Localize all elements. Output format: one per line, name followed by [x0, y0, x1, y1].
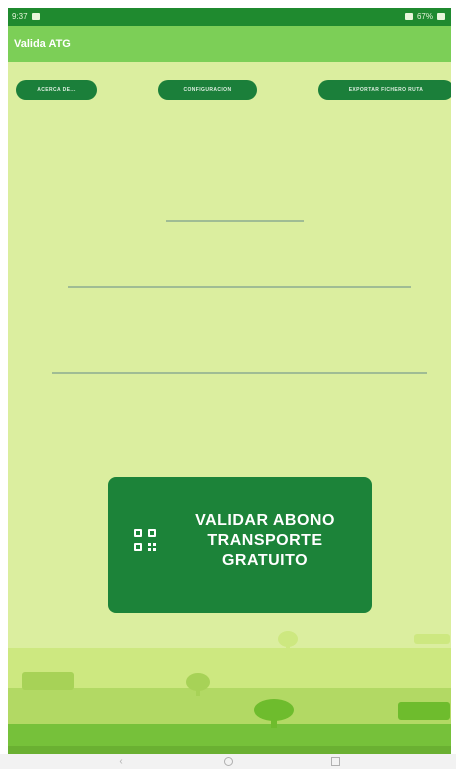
app-bar: Valida ATG: [8, 26, 451, 62]
app-title: Valida ATG: [14, 38, 71, 50]
tree-icon: [278, 631, 298, 652]
status-bar: 9:37 67%: [8, 8, 451, 26]
bus-icon: [22, 672, 74, 690]
notification-icon: [31, 13, 40, 20]
landscape-layer-3: [8, 724, 451, 746]
validate-pass-label: VALIDAR ABONO TRANSPORTE GRATUITO: [195, 512, 335, 569]
system-navigation-bar: ‹: [0, 754, 456, 769]
recent-apps-icon[interactable]: [331, 757, 340, 766]
home-icon[interactable]: [224, 757, 233, 766]
landscape-bottom: [8, 746, 451, 754]
export-route-file-button[interactable]: EXPORTAR FICHERO RUTA: [318, 80, 451, 100]
app-screen: 9:37 67% Valida ATG ACERCA DE... CONFIGU…: [8, 8, 451, 754]
bus-icon: [398, 702, 450, 720]
input-field-1[interactable]: [166, 220, 304, 222]
input-field-3[interactable]: [52, 372, 427, 374]
battery-percent: 67%: [416, 12, 433, 21]
signal-icon: [404, 13, 413, 20]
input-field-2[interactable]: [68, 286, 411, 288]
tree-icon: [186, 673, 210, 696]
landscape-layer-2: [8, 688, 451, 724]
status-left: 9:37: [12, 12, 40, 21]
back-icon[interactable]: ‹: [116, 756, 126, 767]
status-right: 67%: [404, 12, 445, 21]
validate-pass-button[interactable]: VALIDAR ABONO TRANSPORTE GRATUITO: [108, 477, 372, 613]
configuration-button[interactable]: CONFIGURACION: [158, 80, 257, 100]
qr-code-scan-icon: [134, 529, 156, 551]
about-button[interactable]: ACERCA DE...: [16, 80, 97, 100]
bus-icon: [414, 634, 450, 644]
tree-icon: [254, 699, 294, 728]
battery-icon: [437, 13, 445, 20]
status-time: 9:37: [12, 12, 28, 21]
